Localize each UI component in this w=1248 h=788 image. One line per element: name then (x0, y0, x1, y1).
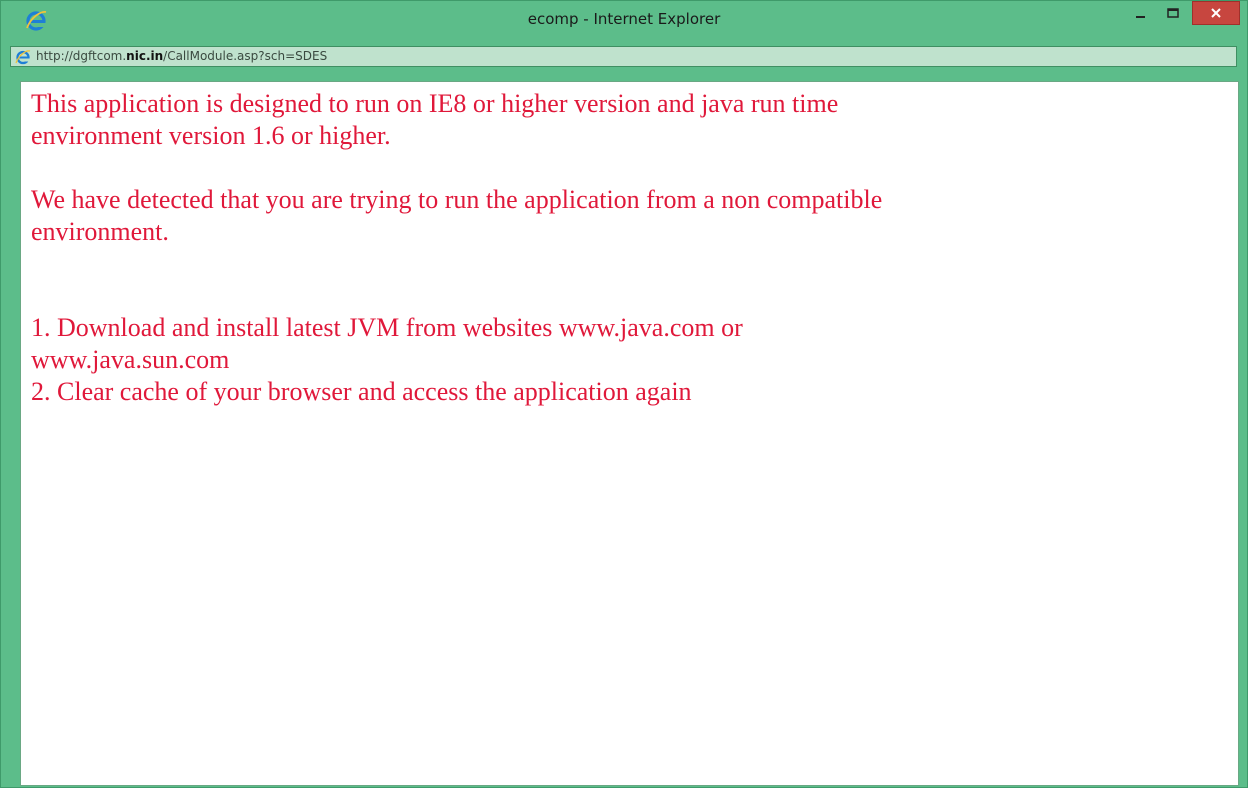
window-title: ecomp - Internet Explorer (527, 10, 721, 28)
minimize-button[interactable] (1126, 1, 1156, 27)
close-button[interactable] (1192, 1, 1240, 25)
url-prefix: http://dgftcom. (36, 49, 127, 63)
browser-window: ecomp - Internet Explorer http://dgftcom… (0, 0, 1248, 788)
url-domain: nic.in (126, 49, 164, 63)
page-icon (15, 50, 31, 65)
url-path: /CallModule.asp?sch=SDES (163, 49, 328, 63)
instructions-list: 1. Download and install latest JVM from … (31, 312, 1211, 408)
instruction-step: 1. Download and install latest JVM from … (31, 313, 743, 342)
minimize-icon (1136, 16, 1145, 18)
compatibility-notice: This application is designed to run on I… (31, 88, 1211, 152)
address-url[interactable]: http://dgftcom.nic.in/CallModule.asp?sch… (36, 49, 327, 63)
instruction-step: 2. Clear cache of your browser and acces… (31, 377, 692, 406)
maximize-button[interactable] (1158, 1, 1188, 27)
notice-line: We have detected that you are trying to … (31, 185, 883, 214)
page-content: This application is designed to run on I… (20, 81, 1239, 786)
detection-notice: We have detected that you are trying to … (31, 184, 1211, 248)
notice-line: This application is designed to run on I… (31, 89, 839, 118)
notice-line: environment version 1.6 or higher. (31, 121, 391, 150)
maximize-icon (1167, 8, 1179, 18)
instruction-step: www.java.sun.com (31, 345, 230, 374)
address-bar[interactable]: http://dgftcom.nic.in/CallModule.asp?sch… (10, 46, 1237, 67)
title-bar[interactable]: ecomp - Internet Explorer (1, 1, 1247, 39)
notice-line: environment. (31, 217, 169, 246)
close-icon (1211, 8, 1221, 18)
